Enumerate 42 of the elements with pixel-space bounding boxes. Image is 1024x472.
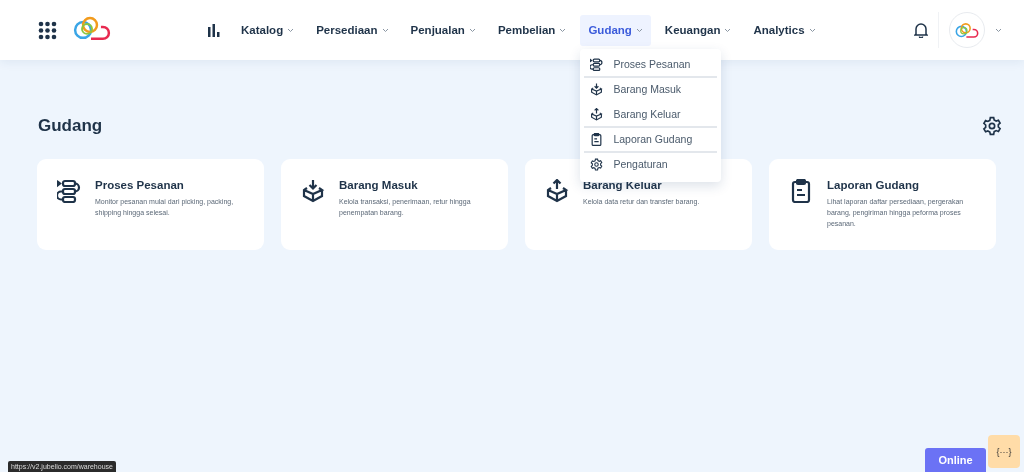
dev-tools-badge[interactable]: {···}	[988, 435, 1020, 468]
chevron-down-icon	[635, 27, 643, 33]
chevron-down-icon	[559, 27, 567, 33]
page-title: Gudang	[38, 116, 103, 136]
logo-icon	[955, 21, 979, 39]
chevron-down-icon	[287, 27, 295, 33]
chevron-down-icon	[724, 27, 732, 33]
nav-tab[interactable]: Analytics	[745, 14, 824, 46]
clipboard-icon	[590, 132, 604, 146]
logo-icon	[73, 15, 111, 41]
settings-icon	[590, 157, 604, 171]
bar-chart-icon[interactable]	[207, 23, 221, 37]
card-title: Barang Keluar	[583, 179, 663, 191]
settings-icon	[982, 116, 1002, 136]
menu-item[interactable]: Laporan Gudang	[584, 127, 718, 151]
nav-tab[interactable]: Pembelian	[489, 14, 575, 46]
menu-item[interactable]: Barang Keluar	[584, 102, 718, 126]
apps-grid-icon[interactable]	[38, 20, 57, 40]
chevron-down-icon	[468, 27, 476, 33]
nav-tab[interactable]: Keuangan	[656, 14, 740, 46]
online-button[interactable]: Online	[925, 448, 986, 472]
card-title: Laporan Gudang	[827, 179, 920, 191]
nav-tab[interactable]: Katalog	[233, 14, 303, 46]
menu-item[interactable]: Barang Masuk	[584, 77, 718, 101]
clipboard-icon	[789, 179, 813, 203]
flow-icon	[590, 57, 604, 71]
box-in-icon	[301, 179, 325, 203]
chevron-down-icon	[995, 27, 1002, 33]
card-title: Barang Masuk	[339, 179, 419, 191]
box-out-icon	[590, 107, 604, 121]
box-in-icon	[590, 82, 604, 96]
card-title: Proses Pesanan	[95, 179, 185, 191]
chevron-down-icon	[381, 27, 389, 33]
chevron-down-icon	[808, 27, 816, 33]
box-out-icon	[545, 179, 569, 203]
nav-tab[interactable]: Gudang	[580, 14, 651, 46]
nav-tab[interactable]: Persediaan	[308, 14, 397, 46]
avatar[interactable]	[949, 12, 985, 48]
flow-icon	[57, 179, 81, 203]
nav-tab[interactable]: Penjualan	[402, 14, 484, 46]
menu-item[interactable]: Proses Pesanan	[584, 52, 718, 76]
bell-icon[interactable]	[914, 22, 928, 38]
